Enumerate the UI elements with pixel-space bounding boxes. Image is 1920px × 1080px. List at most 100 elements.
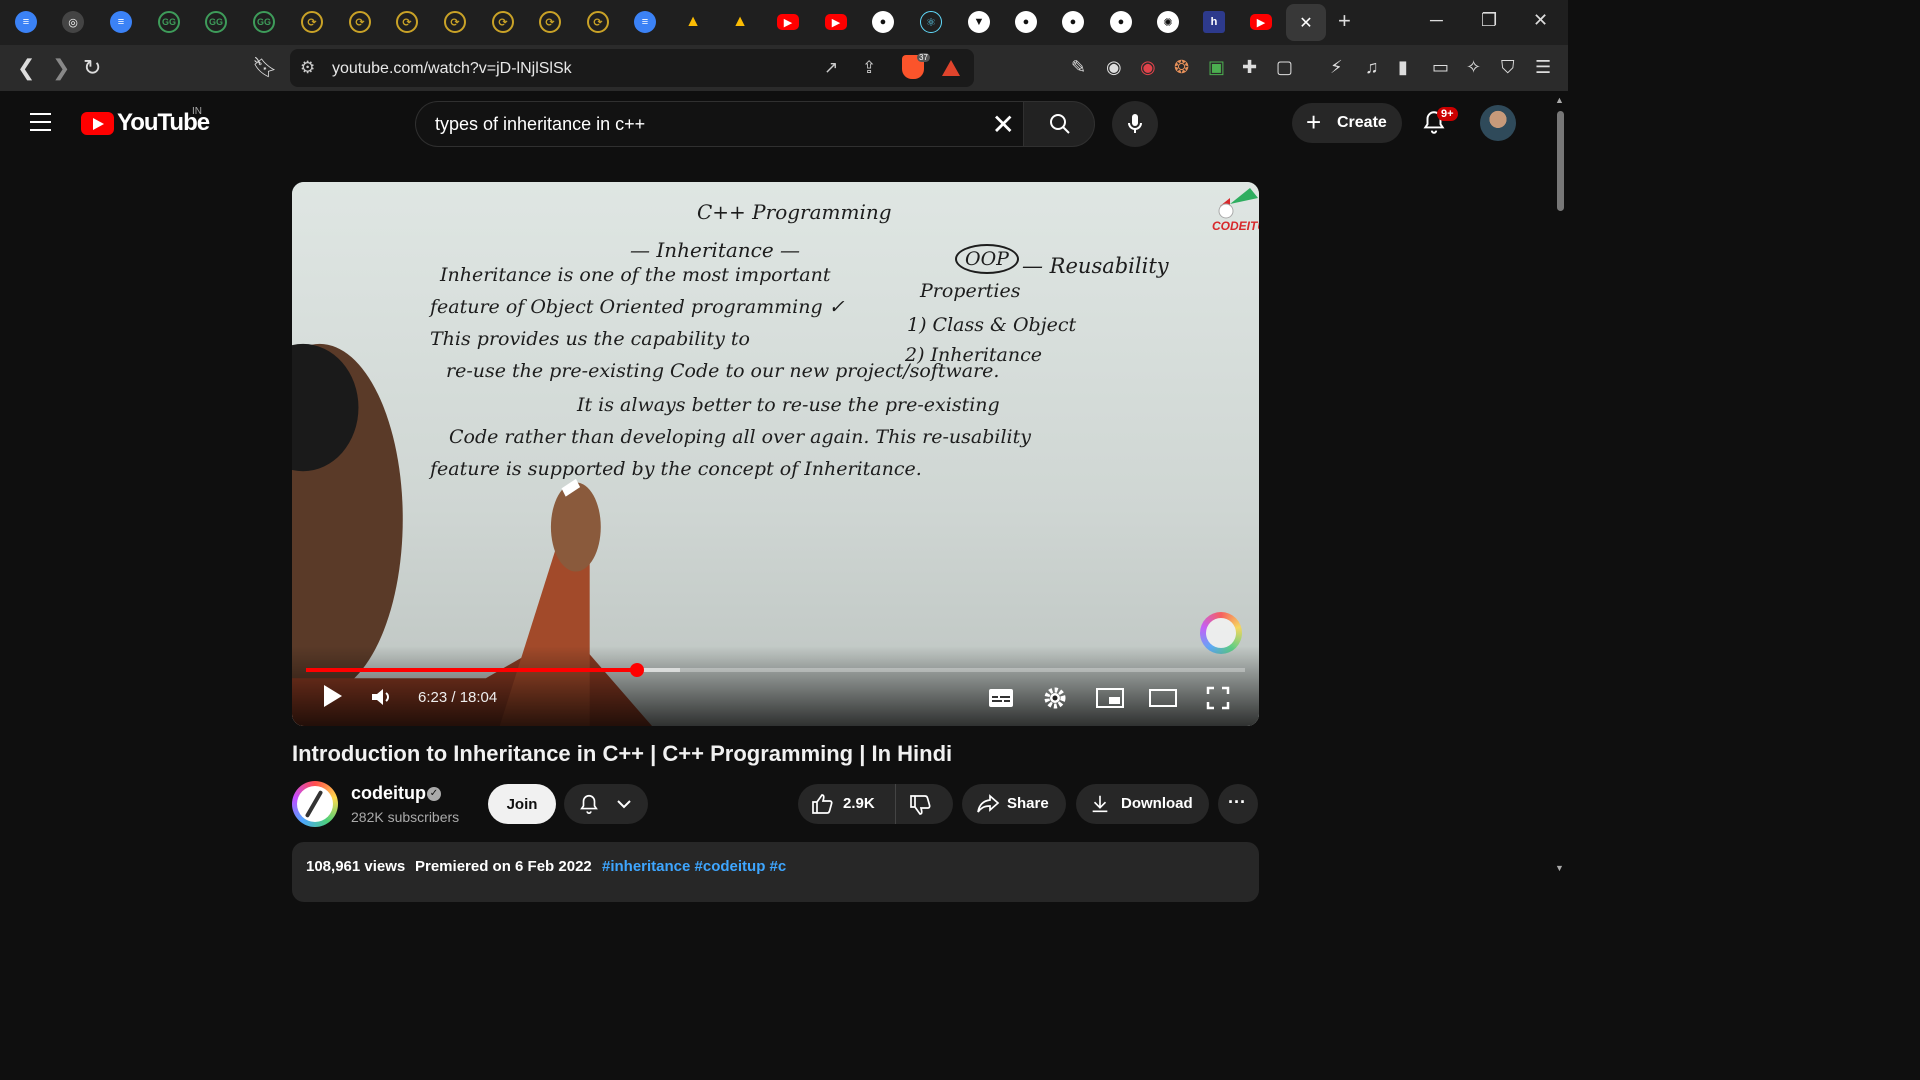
window-restore-button[interactable]: ❐ [1481, 10, 1497, 31]
back-icon[interactable]: ❮ [17, 55, 35, 81]
screenshot-icon[interactable]: ▢ [1276, 57, 1293, 78]
tab-favicon-gfg[interactable]: GG [158, 11, 180, 33]
player-extension-icon[interactable]: ◉ [1140, 57, 1156, 78]
youtube-logo-icon[interactable] [81, 112, 114, 135]
extensions-puzzle-icon[interactable]: ✚ [1242, 57, 1257, 78]
tab-favicon-site[interactable]: ⟳ [301, 11, 323, 33]
youtube-header: YouTube IN types of inheritance in c++ ✕… [0, 91, 1568, 155]
tab-favicon-youtube[interactable]: ▶ [1250, 14, 1272, 30]
subtitles-icon[interactable] [988, 688, 1014, 708]
music-icon[interactable]: ♫ [1365, 57, 1379, 78]
create-button[interactable]: + Create [1292, 103, 1402, 143]
bookmark-icon[interactable]: 🔖︎ [252, 55, 277, 80]
like-button[interactable]: 2.9K [798, 784, 896, 824]
sidebar-toggle-icon[interactable]: ▮ [1398, 57, 1408, 78]
account-avatar[interactable] [1480, 105, 1516, 141]
vpn-shield-icon[interactable]: ⛉ [1501, 57, 1515, 78]
close-icon: ✕ [1299, 14, 1313, 32]
tab-favicon-youtube[interactable]: ▶ [825, 14, 847, 30]
tab-favicon-site[interactable]: ⟳ [349, 11, 371, 33]
channel-name[interactable]: codeitup [351, 783, 426, 804]
menu-icon[interactable]: ☰ [1535, 57, 1551, 78]
tab-favicon-site[interactable]: ⟳ [492, 11, 514, 33]
time-display: 6:23 / 18:04 [418, 689, 498, 706]
scroll-down-icon[interactable]: ▼ [1555, 863, 1564, 873]
controls-gradient [292, 646, 1259, 726]
more-actions-button[interactable]: ··· [1218, 784, 1258, 824]
tab-favicon-react[interactable]: ⚛ [920, 11, 942, 33]
speed-dial-icon[interactable]: ⚡ [1330, 57, 1343, 78]
country-code: IN [192, 106, 202, 117]
volume-icon[interactable] [370, 686, 392, 708]
pen-extension-icon[interactable]: ✎ [1071, 57, 1086, 78]
subscription-bell-dropdown[interactable] [564, 784, 648, 824]
whiteboard-heading: C++ Programming [697, 200, 892, 224]
tab-favicon-docs[interactable]: ≡ [15, 11, 37, 33]
tab-favicon-hashnode[interactable]: h [1203, 11, 1225, 33]
theater-mode-icon[interactable] [1149, 688, 1177, 708]
thumbs-down-icon [910, 795, 931, 815]
notification-count-badge: 9+ [1437, 107, 1458, 121]
active-tab-close-button[interactable]: ✕ [1286, 4, 1326, 41]
tab-favicon-gfg[interactable]: GG [205, 11, 227, 33]
tab-favicon-docs[interactable]: ≡ [634, 11, 656, 33]
tab-favicon-site[interactable]: ⟳ [587, 11, 609, 33]
tab-favicon-drive[interactable]: ▲ [682, 11, 704, 33]
tab-favicon-openai[interactable]: ✺ [1157, 11, 1179, 33]
tab-favicon-gfg[interactable]: GG [253, 11, 275, 33]
codeitup-watermark: CODEITUP [1212, 219, 1259, 233]
tab-favicon-ide[interactable]: ◎ [62, 11, 84, 33]
whiteboard-property: 1) Class & Object [907, 314, 1077, 336]
search-button[interactable] [1023, 101, 1095, 147]
reload-icon[interactable]: ↻ [83, 55, 101, 81]
tab-favicon-site[interactable]: ⟳ [539, 11, 561, 33]
share-button[interactable]: Share [962, 784, 1066, 824]
dislike-button[interactable] [896, 784, 953, 824]
tab-favicon-site[interactable]: ▼ [968, 11, 990, 33]
tab-favicon-docs[interactable]: ≡ [110, 11, 132, 33]
tab-favicon-site[interactable]: ⟳ [396, 11, 418, 33]
leo-ai-icon[interactable]: ✧ [1466, 57, 1481, 78]
settings-gear-icon[interactable] [1043, 686, 1067, 710]
forward-icon[interactable]: ❯ [52, 55, 70, 81]
hashtag-links[interactable]: #inheritance #codeitup #c [602, 858, 786, 875]
miniplayer-icon[interactable] [1096, 688, 1124, 708]
cookie-extension-icon[interactable]: ❂ [1174, 57, 1189, 78]
description-box[interactable]: 108,961 views Premiered on 6 Feb 2022 #i… [292, 842, 1259, 902]
open-external-icon[interactable]: ↗ [824, 58, 838, 78]
scroll-up-icon[interactable]: ▲ [1555, 95, 1564, 105]
target-extension-icon[interactable]: ◉ [1106, 57, 1122, 78]
progress-bar[interactable] [306, 663, 1245, 677]
share-page-icon[interactable]: ⇪ [862, 58, 876, 78]
download-icon [1092, 795, 1108, 813]
clear-search-icon[interactable]: ✕ [992, 108, 1015, 141]
scroll-thumb[interactable] [1557, 111, 1564, 211]
window-close-button[interactable]: ✕ [1533, 10, 1548, 31]
download-button[interactable]: Download [1076, 784, 1209, 824]
tab-favicon-github[interactable]: ● [1062, 11, 1084, 33]
tab-favicon-site[interactable]: ⟳ [444, 11, 466, 33]
terminal-extension-icon[interactable]: ▣ [1208, 57, 1225, 78]
more-dots-icon: ··· [1228, 792, 1246, 812]
view-count: 108,961 views [306, 858, 406, 875]
tab-favicon-github[interactable]: ● [872, 11, 894, 33]
new-tab-button[interactable]: + [1338, 8, 1351, 34]
tab-favicon-drive[interactable]: ▲ [729, 11, 751, 33]
wallet-icon[interactable]: ▭ [1432, 57, 1449, 78]
page-scrollbar[interactable]: ▲ ▼ [1553, 91, 1568, 882]
voice-search-button[interactable] [1112, 101, 1158, 147]
site-settings-icon[interactable]: ⚙ [300, 58, 315, 78]
search-input[interactable]: types of inheritance in c++ ✕ [415, 101, 1023, 147]
tab-favicon-github[interactable]: ● [1110, 11, 1132, 33]
share-label: Share [1007, 795, 1049, 812]
video-player[interactable]: C++ Programming — Inheritance — Inherita… [292, 182, 1259, 726]
window-minimize-button[interactable]: ─ [1430, 10, 1443, 31]
address-bar[interactable]: ⚙ youtube.com/watch?v=jD-lNjlSlSk ↗ ⇪ 37 [290, 49, 974, 87]
join-button[interactable]: Join [488, 784, 556, 824]
tab-favicon-youtube[interactable]: ▶ [777, 14, 799, 30]
fullscreen-icon[interactable] [1206, 686, 1230, 710]
brave-rewards-icon[interactable] [942, 60, 960, 76]
tab-favicon-github[interactable]: ● [1015, 11, 1037, 33]
play-icon[interactable] [322, 684, 344, 708]
guide-menu-icon[interactable] [30, 113, 51, 131]
